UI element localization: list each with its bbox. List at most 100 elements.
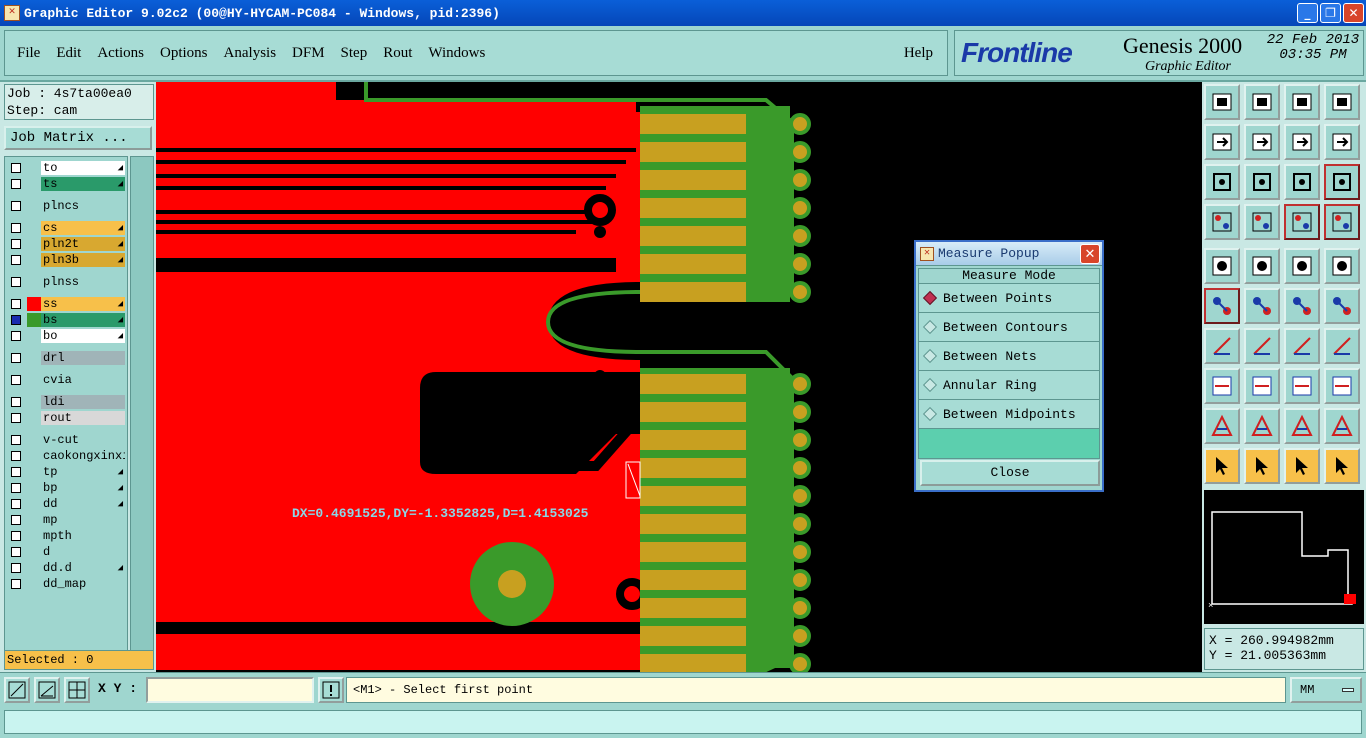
layer-checkbox[interactable] xyxy=(11,397,21,407)
popup-close-button[interactable]: Close xyxy=(920,460,1100,486)
menu-options[interactable]: Options xyxy=(160,45,208,62)
select-pointer-alt-button[interactable] xyxy=(1244,448,1280,484)
popup-close-icon[interactable]: ✕ xyxy=(1080,244,1100,264)
layer-name[interactable]: plnss xyxy=(41,275,125,289)
layer-checkbox[interactable] xyxy=(11,579,21,589)
layer-name[interactable]: bs ◢ xyxy=(41,313,125,327)
layer-row-ldi[interactable]: ldi xyxy=(7,395,127,409)
layer-color-swatch[interactable] xyxy=(27,545,41,559)
units-selector[interactable]: MM xyxy=(1290,677,1362,703)
layer-row-rout[interactable]: rout xyxy=(7,411,127,425)
select-pad-button[interactable] xyxy=(1204,248,1240,284)
layer-checkbox[interactable] xyxy=(11,163,21,173)
mode-between-midpoints[interactable]: Between Midpoints xyxy=(918,400,1100,429)
measure-popup-titlebar[interactable]: ✕ Measure Popup xyxy=(916,242,1102,266)
menu-rout[interactable]: Rout xyxy=(383,45,412,62)
delete-feature-button[interactable] xyxy=(1244,288,1280,324)
measure-angle-button[interactable] xyxy=(34,677,60,703)
layer-checkbox[interactable] xyxy=(11,353,21,363)
select-contour-button[interactable] xyxy=(1284,448,1320,484)
mode-between-contours[interactable]: Between Contours xyxy=(918,313,1100,342)
layer-color-swatch[interactable] xyxy=(27,561,41,575)
layer-row-v-cut[interactable]: v-cut xyxy=(7,433,127,447)
layer-color-swatch[interactable] xyxy=(27,449,41,463)
layer-color-swatch[interactable] xyxy=(27,329,41,343)
layer-name[interactable]: cs ◢ xyxy=(41,221,125,235)
layer-name[interactable]: ss ◢ xyxy=(41,297,125,311)
layer-name[interactable]: rout xyxy=(41,411,125,425)
layer-name[interactable]: ts ◢ xyxy=(41,177,125,191)
layer-name[interactable]: drl xyxy=(41,351,125,365)
layer-row-bp[interactable]: bp ◢ xyxy=(7,481,127,495)
layer-checkbox[interactable] xyxy=(11,277,21,287)
layer-name[interactable]: d xyxy=(41,545,125,559)
fill-circle-button[interactable] xyxy=(1324,248,1360,284)
layer-row-dd.d[interactable]: dd.d ◢ xyxy=(7,561,127,575)
layer-name[interactable]: mpth xyxy=(41,529,125,543)
resize-button[interactable] xyxy=(1324,368,1360,404)
layer-name[interactable]: caokongxinxi xyxy=(41,449,125,463)
layer-color-swatch[interactable] xyxy=(27,373,41,387)
layer-color-swatch[interactable] xyxy=(27,161,41,175)
layer-checkbox[interactable] xyxy=(11,201,21,211)
layer-name[interactable]: mp xyxy=(41,513,125,527)
export-button[interactable] xyxy=(1244,124,1280,160)
triangle-d-button[interactable] xyxy=(1324,408,1360,444)
layer-name[interactable]: v-cut xyxy=(41,433,125,447)
layer-checkbox[interactable] xyxy=(11,299,21,309)
grid-button[interactable] xyxy=(1244,204,1280,240)
menu-windows[interactable]: Windows xyxy=(428,45,485,62)
layer-name[interactable]: pln2t ◢ xyxy=(41,237,125,251)
route-path-button[interactable] xyxy=(1324,448,1360,484)
layer-color-swatch[interactable] xyxy=(27,497,41,511)
layer-row-dd[interactable]: dd ◢ xyxy=(7,497,127,511)
layer-row-to[interactable]: to ◢ xyxy=(7,161,127,175)
layer-row-pln3b[interactable]: pln3b ◢ xyxy=(7,253,127,267)
home-button[interactable] xyxy=(1284,84,1320,120)
layer-checkbox[interactable] xyxy=(11,375,21,385)
close-window-button[interactable]: ✕ xyxy=(1343,3,1364,23)
layer-color-swatch[interactable] xyxy=(27,481,41,495)
help-button[interactable] xyxy=(1324,164,1360,200)
add-line-button[interactable] xyxy=(1284,288,1320,324)
divide-button[interactable] xyxy=(1244,368,1280,404)
alert-button[interactable] xyxy=(318,677,344,703)
zoom-window-button[interactable] xyxy=(4,677,30,703)
layer-color-swatch[interactable] xyxy=(27,253,41,267)
mode-between-points[interactable]: Between Points xyxy=(918,284,1100,313)
menu-edit[interactable]: Edit xyxy=(56,45,81,62)
layer-checkbox[interactable] xyxy=(11,531,21,541)
layer-name[interactable]: cvia xyxy=(41,373,125,387)
layer-color-swatch[interactable] xyxy=(27,275,41,289)
menu-help[interactable]: Help xyxy=(904,45,933,62)
layer-color-swatch[interactable] xyxy=(27,577,41,591)
layer-color-swatch[interactable] xyxy=(27,411,41,425)
layer-checkbox[interactable] xyxy=(11,223,21,233)
layer-checkbox[interactable] xyxy=(11,331,21,341)
triangle-a-button[interactable] xyxy=(1204,408,1240,444)
connect-nodes-button[interactable] xyxy=(1204,288,1240,324)
triangle-b-button[interactable] xyxy=(1244,408,1280,444)
layer-checkbox[interactable] xyxy=(11,239,21,249)
mode-between-nets[interactable]: Between Nets xyxy=(918,342,1100,371)
layer-color-swatch[interactable] xyxy=(27,313,41,327)
layer-row-ts[interactable]: ts ◢ xyxy=(7,177,127,191)
layer-row-pln2t[interactable]: pln2t ◢ xyxy=(7,237,127,251)
zoom-1-2-button[interactable] xyxy=(1284,164,1320,200)
layer-row-ss[interactable]: ss ◢ xyxy=(7,297,127,311)
layer-checkbox[interactable] xyxy=(11,483,21,493)
layer-color-swatch[interactable] xyxy=(27,199,41,213)
menu-dfm[interactable]: DFM xyxy=(292,45,325,62)
layer-color-swatch[interactable] xyxy=(27,529,41,543)
layer-name[interactable]: tp ◢ xyxy=(41,465,125,479)
zoom-home-button[interactable] xyxy=(1244,164,1280,200)
add-arc-button[interactable] xyxy=(1324,288,1360,324)
layer-row-bs[interactable]: bs ◢ xyxy=(7,313,127,327)
layer-row-d[interactable]: d xyxy=(7,545,127,559)
layer-color-swatch[interactable] xyxy=(27,297,41,311)
text-tool-button[interactable] xyxy=(1324,328,1360,364)
layer-color-swatch[interactable] xyxy=(27,433,41,447)
move-copy-button[interactable] xyxy=(1204,368,1240,404)
layer-row-bo[interactable]: bo ◢ xyxy=(7,329,127,343)
layer-name[interactable]: bo ◢ xyxy=(41,329,125,343)
